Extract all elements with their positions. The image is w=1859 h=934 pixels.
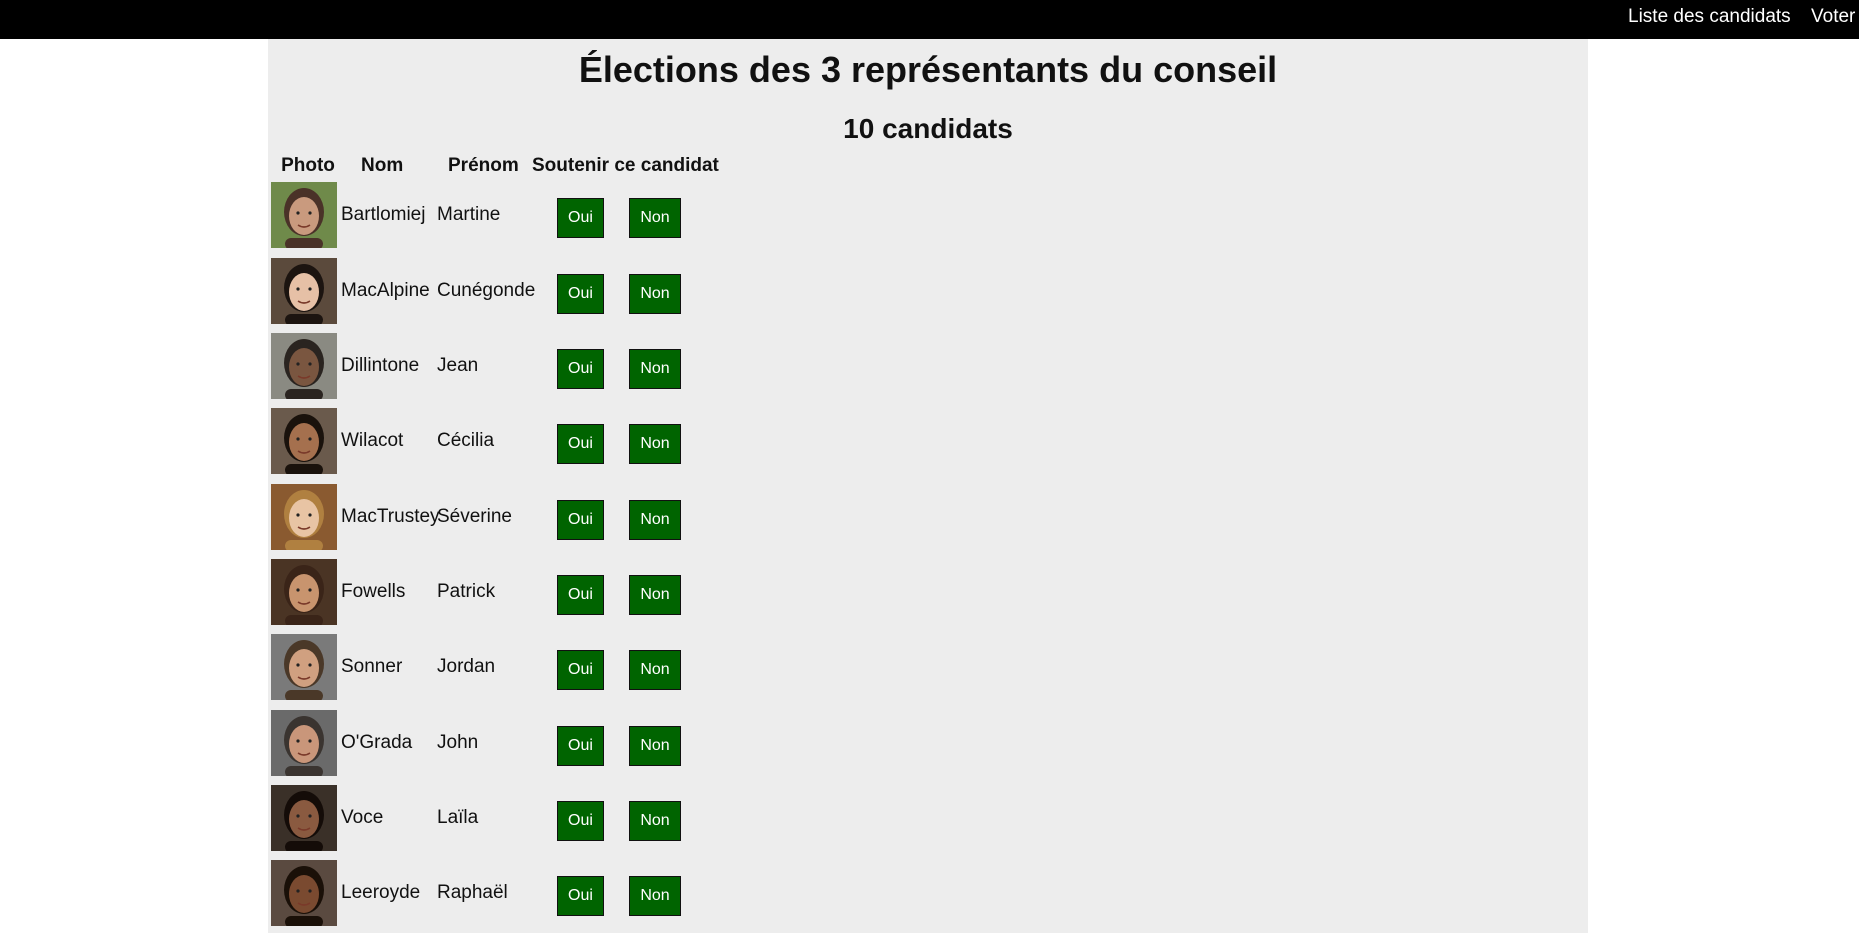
candidate-photo (271, 333, 337, 399)
table-row: Sonner Jordan Oui Non (268, 634, 768, 700)
column-header-prenom: Prénom (448, 155, 519, 176)
support-no-button[interactable]: Non (629, 575, 681, 615)
support-no-button[interactable]: Non (629, 500, 681, 540)
candidate-nom: Voce (341, 807, 384, 828)
nav-link-candidates-list[interactable]: Liste des candidats (1628, 0, 1791, 34)
candidate-photo (271, 785, 337, 851)
candidate-nom: Bartlomiej (341, 204, 426, 225)
portrait-image (271, 333, 337, 399)
portrait-image (271, 182, 337, 248)
candidate-photo (271, 484, 337, 550)
portrait-image (271, 559, 337, 625)
candidate-prenom: Cunégonde (437, 280, 536, 301)
table-row: Voce Laïla Oui Non (268, 785, 768, 851)
candidate-photo (271, 408, 337, 474)
portrait-image (271, 710, 337, 776)
portrait-image (271, 484, 337, 550)
table-row: Leeroyde Raphaël Oui Non (268, 860, 768, 926)
support-no-button[interactable]: Non (629, 349, 681, 389)
candidate-nom: Sonner (341, 656, 403, 677)
table-row: O'Grada John Oui Non (268, 710, 768, 776)
support-no-button[interactable]: Non (629, 198, 681, 238)
table-row: Wilacot Cécilia Oui Non (268, 408, 768, 474)
column-header-photo: Photo (281, 155, 335, 176)
page-title: Élections des 3 représentants du conseil (578, 49, 1278, 90)
candidate-prenom: Laïla (437, 807, 479, 828)
candidate-count: 10 candidats (843, 113, 1013, 144)
support-yes-button[interactable]: Oui (557, 801, 604, 841)
candidate-prenom: Cécilia (437, 430, 495, 451)
support-no-button[interactable]: Non (629, 876, 681, 916)
candidate-prenom: Jean (437, 355, 479, 376)
nav-link-vote[interactable]: Voter (1811, 0, 1855, 34)
candidate-nom: Dillintone (341, 355, 420, 376)
portrait-image (271, 408, 337, 474)
table-row: Bartlomiej Martine Oui Non (268, 182, 768, 248)
candidate-photo (271, 182, 337, 248)
support-no-button[interactable]: Non (629, 650, 681, 690)
candidate-prenom: Séverine (437, 506, 512, 527)
support-yes-button[interactable]: Oui (557, 876, 604, 916)
portrait-image (271, 860, 337, 926)
column-header-nom: Nom (361, 155, 404, 176)
candidate-prenom: Jordan (437, 656, 496, 677)
table-row: MacTrustey Séverine Oui Non (268, 484, 768, 550)
candidate-nom: MacTrustey (341, 506, 440, 527)
candidate-nom: Wilacot (341, 430, 404, 451)
support-yes-button[interactable]: Oui (557, 349, 604, 389)
support-yes-button[interactable]: Oui (557, 575, 604, 615)
candidate-nom: Fowells (341, 581, 406, 602)
support-yes-button[interactable]: Oui (557, 274, 604, 314)
candidate-prenom: Patrick (437, 581, 496, 602)
support-no-button[interactable]: Non (629, 726, 681, 766)
support-no-button[interactable]: Non (629, 424, 681, 464)
candidate-nom: Leeroyde (341, 882, 421, 903)
support-yes-button[interactable]: Oui (557, 726, 604, 766)
candidate-prenom: Martine (437, 204, 501, 225)
candidate-prenom: Raphaël (437, 882, 508, 903)
support-yes-button[interactable]: Oui (557, 424, 604, 464)
column-header-support: Soutenir ce candidat (532, 155, 719, 176)
support-no-button[interactable]: Non (629, 801, 681, 841)
top-nav-bar: Liste des candidats Voter (0, 0, 1859, 39)
support-yes-button[interactable]: Oui (557, 500, 604, 540)
candidate-photo (271, 559, 337, 625)
table-row: Dillintone Jean Oui Non (268, 333, 768, 399)
support-yes-button[interactable]: Oui (557, 650, 604, 690)
candidate-photo (271, 860, 337, 926)
main-content: Élections des 3 représentants du conseil… (268, 39, 1588, 933)
table-row: MacAlpine Cunégonde Oui Non (268, 258, 768, 324)
support-yes-button[interactable]: Oui (557, 198, 604, 238)
candidate-nom: MacAlpine (341, 280, 430, 301)
portrait-image (271, 634, 337, 700)
portrait-image (271, 258, 337, 324)
candidate-prenom: John (437, 732, 479, 753)
portrait-image (271, 785, 337, 851)
candidate-nom: O'Grada (341, 732, 413, 753)
support-no-button[interactable]: Non (629, 274, 681, 314)
candidate-photo (271, 258, 337, 324)
candidate-photo (271, 710, 337, 776)
table-row: Fowells Patrick Oui Non (268, 559, 768, 625)
candidate-photo (271, 634, 337, 700)
